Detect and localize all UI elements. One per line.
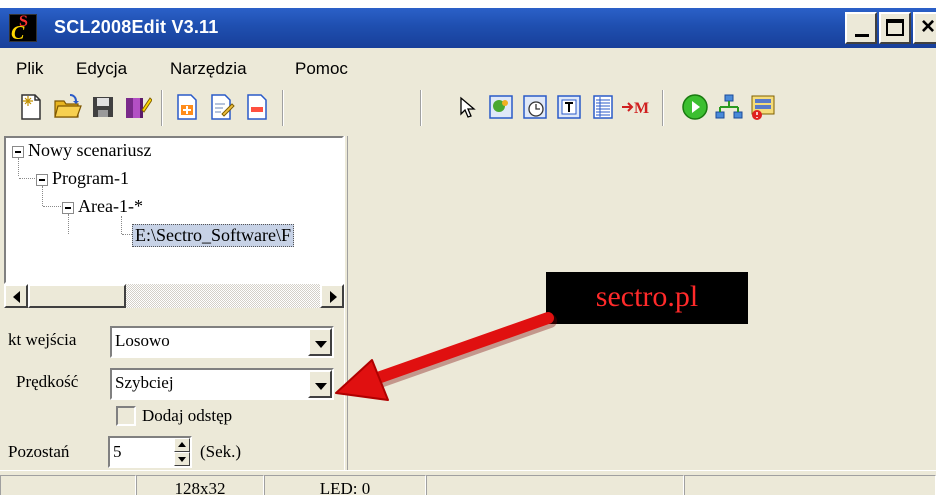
network-icon[interactable] (714, 92, 744, 122)
play-icon[interactable] (680, 92, 710, 122)
toolbar-separator (161, 90, 163, 126)
minimize-icon (855, 34, 869, 37)
menu-edycja[interactable]: Edycja (76, 59, 127, 79)
menu-plik[interactable]: Plik (16, 59, 43, 79)
close-icon: × (920, 13, 935, 40)
chevron-down-icon[interactable] (308, 328, 332, 356)
stay-duration-spinner[interactable]: 5 (108, 436, 192, 468)
text-icon[interactable] (554, 92, 584, 122)
speed-label: Prędkość (16, 372, 79, 391)
svg-text:M: M (634, 100, 649, 117)
edit-program-icon[interactable] (206, 92, 236, 122)
maximize-button[interactable] (879, 12, 911, 44)
toolbar-separator (662, 90, 664, 126)
tree-node-program[interactable]: Program-1 (52, 168, 129, 189)
stay-unit-label: (Sek.) (200, 442, 242, 461)
stay-label: Pozostań (8, 442, 70, 461)
tree-line (121, 216, 122, 234)
tree-line (122, 234, 132, 235)
toolbar-separator (282, 90, 284, 126)
close-button[interactable]: × (913, 12, 936, 44)
scroll-track[interactable] (126, 284, 320, 308)
move-icon[interactable]: M (620, 92, 656, 122)
spin-up-icon[interactable] (174, 438, 190, 452)
collapse-icon[interactable] (62, 202, 74, 214)
entry-effect-select[interactable]: Losowo (110, 326, 334, 358)
status-panel-empty (426, 475, 684, 495)
status-led: LED: 0 (264, 475, 426, 495)
tree-node-file[interactable]: E:\Sectro_Software\F (132, 224, 294, 247)
maximize-icon (886, 19, 904, 36)
stay-duration-value: 5 (113, 442, 122, 461)
scroll-thumb[interactable] (28, 284, 126, 308)
add-gap-label: Dodaj odstęp (142, 406, 233, 425)
select-pointer-icon[interactable] (452, 92, 482, 122)
tree-line (42, 186, 43, 206)
remove-program-icon[interactable] (242, 92, 272, 122)
scenario-tree[interactable]: Nowy scenariusz Program-1 Area-1-* E:\Se… (4, 136, 344, 284)
title-bar[interactable]: SC SCL2008Edit V3.11 × (0, 8, 936, 48)
speed-value: Szybciej (115, 373, 174, 392)
collapse-icon[interactable] (36, 174, 48, 186)
toolbar-separator (420, 90, 422, 126)
window-title: SCL2008Edit V3.11 (54, 17, 219, 37)
status-resolution: 128x32 (136, 475, 264, 495)
open-folder-icon[interactable] (52, 92, 82, 122)
speed-select[interactable]: Szybciej (110, 368, 334, 400)
tree-node-area[interactable]: Area-1-* (78, 196, 143, 217)
spin-down-icon[interactable] (174, 452, 190, 466)
tree-line (18, 158, 19, 176)
horizontal-scrollbar[interactable] (4, 284, 344, 308)
menu-pomoc[interactable]: Pomoc (295, 59, 348, 79)
chevron-down-icon[interactable] (308, 370, 332, 398)
tree-node-root[interactable]: Nowy scenariusz (28, 140, 151, 161)
menu-bar: Plik Edycja Narzędzia Pomoc (0, 48, 936, 82)
status-bar: 128x32 LED: 0 (0, 470, 936, 495)
save-icon[interactable] (88, 92, 118, 122)
send-icon[interactable] (748, 92, 778, 122)
table-icon[interactable] (588, 92, 618, 122)
new-file-icon[interactable] (16, 92, 46, 122)
entry-effect-value: Losowo (115, 331, 170, 350)
status-panel-empty (684, 475, 936, 495)
watermark-label: sectro.pl (546, 272, 748, 324)
scroll-right-button[interactable] (320, 284, 344, 308)
collapse-icon[interactable] (12, 146, 24, 158)
status-panel-empty (0, 475, 136, 495)
toolbar: M (0, 82, 936, 136)
menu-narzedzia[interactable]: Narzędzia (170, 59, 247, 79)
scroll-left-button[interactable] (4, 284, 28, 308)
arrow-left-icon (13, 291, 20, 303)
edit-book-icon[interactable] (122, 92, 152, 122)
arrow-right-icon (330, 291, 337, 303)
clock-icon[interactable] (520, 92, 550, 122)
add-program-icon[interactable] (172, 92, 202, 122)
minimize-button[interactable] (845, 12, 877, 44)
left-panel: Nowy scenariusz Program-1 Area-1-* E:\Se… (4, 136, 344, 470)
entry-effect-label: kt wejścia (8, 330, 77, 349)
image-icon[interactable] (486, 92, 516, 122)
tree-line (68, 214, 69, 234)
app-logo-icon[interactable]: SC (9, 13, 37, 44)
app-window: SC SCL2008Edit V3.11 × Plik Edycja Narzę… (0, 8, 936, 495)
add-gap-checkbox[interactable] (116, 406, 136, 426)
